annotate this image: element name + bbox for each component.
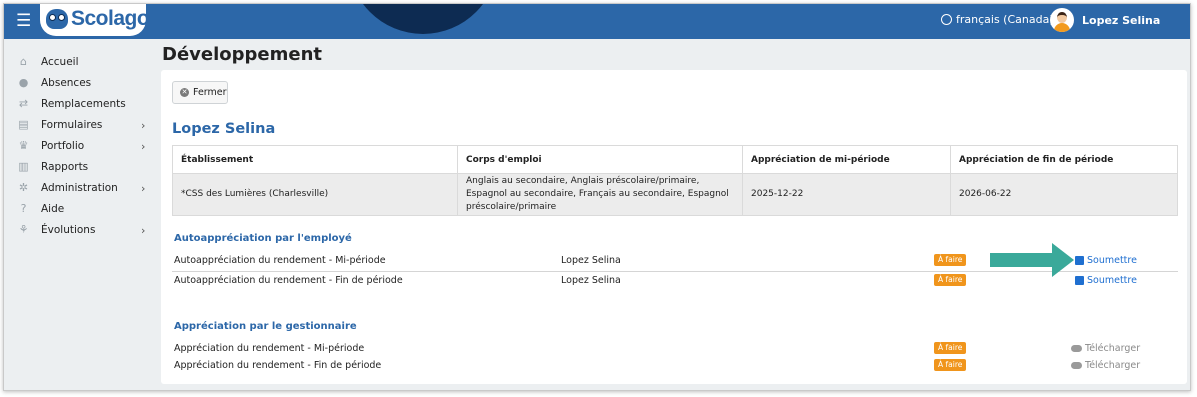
appraisal-name: Autoappréciation du rendement - Mi-pério…: [174, 255, 386, 266]
edit-icon: [1075, 276, 1084, 285]
sidebar-item-evolutions[interactable]: ⚘ Évolutions ›: [4, 220, 159, 240]
logo-area: ☰ Scolago: [4, 4, 152, 39]
submit-label: Soumettre: [1087, 275, 1137, 286]
download-label: Télécharger: [1085, 343, 1141, 354]
sidebar: ⌂ Accueil ● Absences ⇄ Remplacements ▤ F…: [4, 39, 159, 390]
top-bar: ☰ Scolago français (Canada) Lopez Selina: [4, 4, 1190, 39]
list-item: Appréciation du rendement - Fin de pério…: [174, 357, 1178, 375]
help-icon: ?: [20, 202, 27, 215]
sidebar-item-label: Accueil: [41, 56, 79, 68]
sidebar-item-label: Portfolio: [41, 140, 85, 152]
column-header: Établissement: [172, 145, 458, 174]
cloud-download-icon: [1071, 362, 1082, 369]
chevron-right-icon: ›: [141, 223, 146, 237]
page-title: Développement: [162, 44, 322, 65]
sidebar-item-remplacements[interactable]: ⇄ Remplacements: [4, 94, 159, 114]
sidebar-item-rapports[interactable]: ▥ Rapports: [4, 157, 159, 177]
form-icon: ▤: [18, 118, 29, 131]
table-cell: Anglais au secondaire, Anglais préscolai…: [457, 173, 743, 216]
download-link[interactable]: Télécharger: [1071, 343, 1140, 354]
logo[interactable]: Scolago: [40, 4, 150, 36]
language-label: français (Canada): [956, 13, 1054, 26]
sidebar-item-absences[interactable]: ● Absences: [4, 73, 159, 93]
appraisal-name: Appréciation du rendement - Mi-période: [174, 343, 365, 354]
employee-name-cell: Lopez Selina: [561, 255, 621, 266]
column-header: Corps d'emploi: [457, 145, 743, 174]
sidebar-item-label: Absences: [41, 77, 92, 89]
sprout-icon: ⚘: [18, 223, 29, 236]
table-cell: 2026-06-22: [950, 173, 1178, 216]
chevron-right-icon: ›: [141, 139, 146, 153]
appraisal-name: Autoappréciation du rendement - Fin de p…: [174, 275, 403, 286]
info-table: Établissement Corps d'emploi Appréciatio…: [172, 145, 1178, 216]
submit-link[interactable]: Soumettre: [1075, 255, 1137, 266]
employee-name: Lopez Selina: [172, 121, 276, 137]
sidebar-item-formulaires[interactable]: ▤ Formulaires ›: [4, 115, 159, 135]
sidebar-item-label: Administration: [41, 182, 118, 194]
users-icon: ●: [18, 76, 29, 89]
close-label: Fermer: [193, 87, 227, 98]
header-decoration: [348, 4, 498, 34]
user-menu[interactable]: Lopez Selina: [1050, 8, 1160, 32]
logo-text: Scolago: [71, 7, 150, 30]
table-cell: 2025-12-22: [742, 173, 951, 216]
table-header-row: Établissement Corps d'emploi Appréciatio…: [172, 145, 1178, 174]
report-icon: ▥: [18, 160, 29, 173]
swap-icon: ⇄: [18, 97, 29, 110]
language-selector[interactable]: français (Canada): [941, 13, 1054, 26]
app-window: ☰ Scolago français (Canada) Lopez Selina…: [3, 3, 1191, 391]
list-item: Appréciation du rendement - Mi-période À…: [174, 340, 1178, 358]
highlight-arrow-icon: [990, 243, 1074, 277]
sidebar-item-label: Aide: [41, 203, 65, 215]
globe-icon: [941, 14, 952, 25]
close-icon: ✕: [180, 88, 189, 97]
manager-appraisal-title: Appréciation par le gestionnaire: [174, 321, 357, 332]
submit-label: Soumettre: [1087, 255, 1137, 266]
cloud-download-icon: [1071, 345, 1082, 352]
appraisal-name: Appréciation du rendement - Fin de pério…: [174, 360, 382, 371]
sidebar-item-label: Évolutions: [41, 224, 96, 236]
trophy-icon: ♛: [18, 139, 29, 152]
employee-name-cell: Lopez Selina: [561, 275, 621, 286]
chevron-right-icon: ›: [141, 118, 146, 132]
table-row: *CSS des Lumières (Charlesville) Anglais…: [172, 173, 1178, 216]
chevron-right-icon: ›: [141, 181, 146, 195]
download-link[interactable]: Télécharger: [1071, 360, 1140, 371]
close-button[interactable]: ✕ Fermer: [172, 81, 228, 104]
avatar: [1050, 8, 1074, 32]
sidebar-item-label: Remplacements: [41, 98, 126, 110]
owl-logo-icon: [46, 9, 68, 29]
sidebar-item-label: Formulaires: [41, 119, 103, 131]
sidebar-item-administration[interactable]: ✲ Administration ›: [4, 178, 159, 198]
gear-icon: ✲: [18, 181, 29, 194]
sidebar-item-label: Rapports: [41, 161, 89, 173]
sidebar-item-portfolio[interactable]: ♛ Portfolio ›: [4, 136, 159, 156]
edit-icon: [1075, 256, 1084, 265]
status-badge: À faire: [934, 342, 967, 354]
home-icon: ⌂: [20, 55, 27, 68]
user-name: Lopez Selina: [1082, 13, 1161, 27]
download-label: Télécharger: [1085, 360, 1141, 371]
table-cell: *CSS des Lumières (Charlesville): [172, 173, 458, 216]
status-badge: À faire: [934, 274, 967, 286]
submit-link[interactable]: Soumettre: [1075, 275, 1137, 286]
content-panel: ✕ Fermer Lopez Selina Établissement Corp…: [161, 70, 1187, 384]
sidebar-item-accueil[interactable]: ⌂ Accueil: [4, 52, 159, 72]
sidebar-item-aide[interactable]: ? Aide: [4, 199, 159, 219]
status-badge: À faire: [934, 254, 967, 266]
menu-icon[interactable]: ☰: [16, 12, 34, 30]
column-header: Appréciation de fin de période: [950, 145, 1178, 174]
column-header: Appréciation de mi-période: [742, 145, 951, 174]
self-appraisal-title: Autoappréciation par l'employé: [174, 233, 352, 244]
status-badge: À faire: [934, 359, 967, 371]
